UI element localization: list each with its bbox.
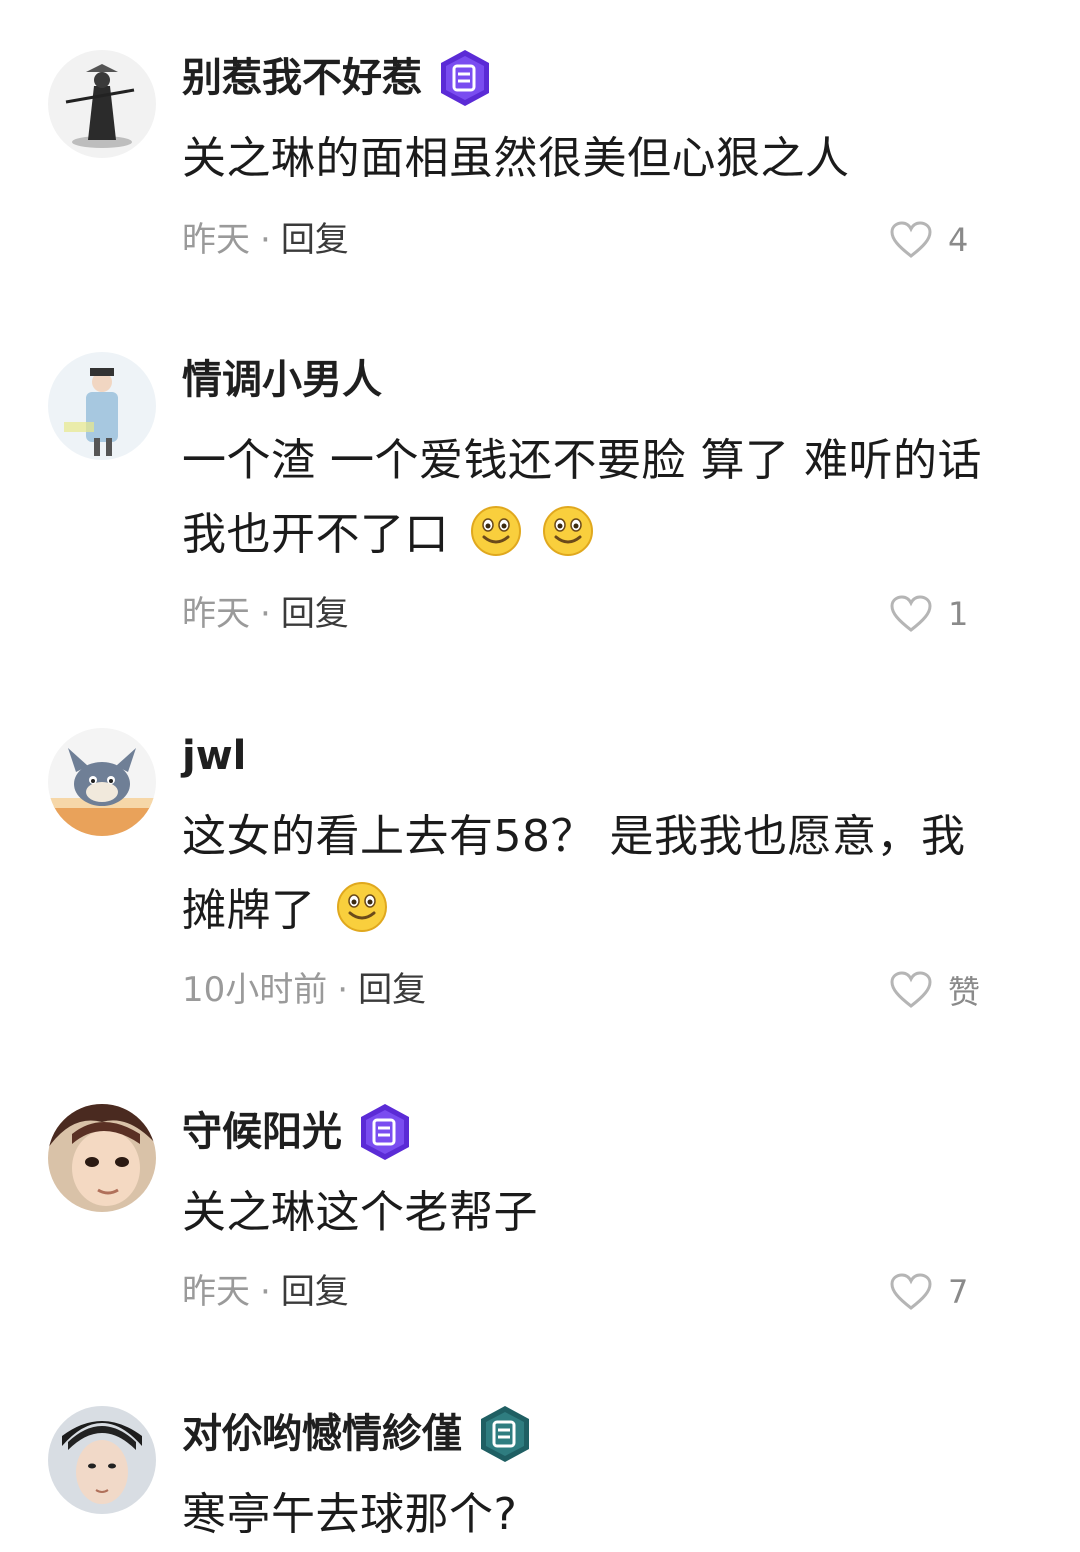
comment-text: 关之琳这个老帮子 (182, 1176, 1042, 1250)
comment-meta: 昨天 · 回复 (182, 1270, 349, 1314)
like-count: 赞 (948, 973, 981, 1011)
comment-time: 昨天 (182, 594, 250, 634)
username[interactable]: 情调小男人 (182, 352, 382, 408)
comment-meta: 昨天 · 回复 (182, 218, 349, 262)
username[interactable]: 对伱哟憾情紾僅 (182, 1406, 532, 1462)
comment-time: 昨天 (182, 220, 250, 260)
smile-emoji-icon (542, 505, 594, 557)
like-button[interactable]: 1 (890, 592, 968, 636)
username-text[interactable]: 别惹我不好惹 (182, 50, 422, 106)
comment-text-line: 一个渣 一个爱钱还不要脸 算了 难听的话 (182, 435, 982, 486)
comment-text-line: 摊牌了 (182, 885, 316, 936)
separator-dot: · (260, 220, 271, 260)
username-text[interactable]: 对伱哟憾情紾僅 (182, 1406, 462, 1462)
comment-meta: 10小时前 · 回复 (182, 968, 426, 1012)
separator-dot: · (260, 594, 271, 634)
username[interactable]: 别惹我不好惹 (182, 50, 492, 106)
separator-dot: · (260, 1272, 271, 1312)
heart-outline-icon (890, 971, 932, 1008)
comment-time: 10小时前 (182, 970, 328, 1010)
username[interactable]: jwl (182, 728, 246, 784)
comment-text-line-2: 摊牌了 (182, 874, 1042, 948)
avatar[interactable] (48, 1406, 156, 1514)
heart-outline-icon (890, 221, 932, 258)
separator-dot: · (337, 970, 349, 1010)
avatar[interactable] (48, 728, 156, 836)
comment-text: 一个渣 一个爱钱还不要脸 算了 难听的话 我也开不了口 (182, 424, 1042, 572)
comment-text-line: 我也开不了口 (182, 509, 449, 560)
scroll-badge-icon (478, 1404, 532, 1464)
comment-meta: 昨天 · 回复 (182, 592, 349, 636)
reply-button[interactable]: 回复 (358, 970, 426, 1010)
comment-time: 昨天 (182, 1272, 250, 1312)
scroll-badge-icon (358, 1102, 412, 1162)
heart-outline-icon (890, 1273, 932, 1310)
comment-text: 这女的看上去有58？ 是我我也愿意，我 摊牌了 (182, 800, 1042, 948)
username-text[interactable]: 守候阳光 (182, 1104, 342, 1160)
comment-text: 寒亭午去球那个? (182, 1478, 1042, 1552)
heart-outline-icon (890, 595, 932, 632)
like-count: 7 (948, 1273, 969, 1311)
username-text[interactable]: jwl (182, 728, 246, 784)
avatar[interactable] (48, 352, 156, 460)
username[interactable]: 守候阳光 (182, 1104, 412, 1160)
comment-text-line-2: 我也开不了口 (182, 498, 1042, 572)
like-button[interactable]: 4 (890, 218, 968, 262)
comment-text-line: 关之琳的面相虽然很美但心狠之人 (182, 133, 850, 184)
reply-button[interactable]: 回复 (281, 594, 349, 634)
comment-text-line: 这女的看上去有58？ 是我我也愿意，我 (182, 811, 966, 862)
comment-text-line: 关之琳这个老帮子 (182, 1187, 538, 1238)
reply-button[interactable]: 回复 (281, 220, 349, 260)
like-count: 1 (948, 595, 969, 633)
smile-emoji-icon (470, 505, 522, 557)
comment-text-line: 寒亭午去球那个? (182, 1489, 518, 1540)
comment-text: 关之琳的面相虽然很美但心狠之人 (182, 122, 1042, 196)
avatar[interactable] (48, 50, 156, 158)
reply-button[interactable]: 回复 (281, 1272, 349, 1312)
scroll-badge-icon (438, 48, 492, 108)
like-button[interactable]: 7 (890, 1270, 968, 1314)
username-text[interactable]: 情调小男人 (182, 352, 382, 408)
avatar[interactable] (48, 1104, 156, 1212)
like-button[interactable]: 赞 (890, 968, 980, 1012)
like-count: 4 (948, 221, 969, 259)
smile-emoji-icon (336, 881, 388, 933)
